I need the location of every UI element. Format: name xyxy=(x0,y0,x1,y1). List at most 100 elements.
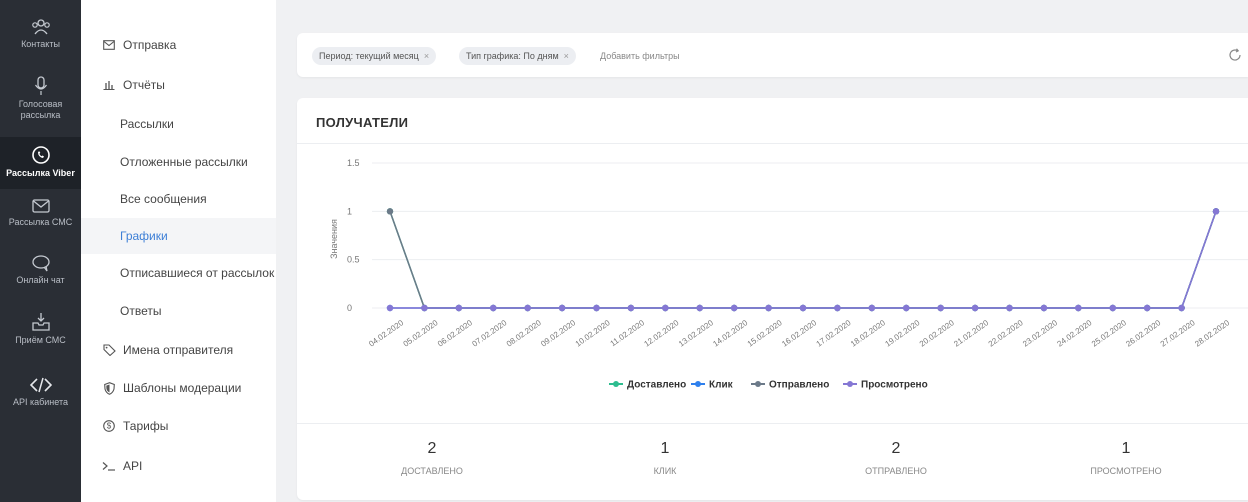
recipients-card: ПОЛУЧАТЕЛИ 0 0.5 1 1.5 Значения 04.02.2020 05.… xyxy=(297,98,1248,500)
x-tick-label: 19.02.2020 xyxy=(883,318,921,349)
stat-label: ДОСТАВЛЕНО xyxy=(401,466,463,476)
stat-value: 1 xyxy=(660,440,670,457)
main-rail: Контакты Голосовая рассылка Рассылка Vib… xyxy=(0,0,81,502)
data-point xyxy=(558,304,566,312)
rail-item-api[interactable]: API кабинета xyxy=(0,376,81,424)
data-point xyxy=(1109,304,1116,312)
stat-sent: 2 ОТПРАВЛЕНО xyxy=(796,440,996,476)
microphone-icon xyxy=(34,76,47,95)
rail-label: Приём СМС xyxy=(15,335,66,345)
y-tick-label: 1 xyxy=(347,206,352,216)
data-point xyxy=(524,304,531,312)
remove-icon[interactable]: × xyxy=(424,51,429,61)
refresh-icon[interactable] xyxy=(1228,48,1242,67)
stat-label: КЛИК xyxy=(653,466,677,476)
menu-item-moderation-templates[interactable]: Шаблоны модерации xyxy=(81,370,276,406)
viber-icon xyxy=(31,146,50,164)
x-tick-label: 23.02.2020 xyxy=(1021,318,1059,349)
menu-label: Рассылки xyxy=(120,117,174,131)
remove-icon[interactable]: × xyxy=(564,51,569,61)
menu-item-tariffs[interactable]: $ Тарифы xyxy=(81,408,276,444)
menu-item-mailings[interactable]: Рассылки xyxy=(81,106,276,142)
menu-item-scheduled[interactable]: Отложенные рассылки xyxy=(81,144,276,180)
stat-delivered: 2 ДОСТАВЛЕНО xyxy=(332,440,532,476)
menu-item-replies[interactable]: Ответы xyxy=(81,293,276,329)
inbox-icon xyxy=(31,313,50,331)
x-tick-label: 15.02.2020 xyxy=(746,318,784,349)
y-tick-label: 0.5 xyxy=(347,255,360,265)
data-point xyxy=(730,304,738,312)
x-tick-label: 11.02.2020 xyxy=(609,318,647,348)
x-tick-label: 05.02.2020 xyxy=(402,318,440,349)
legend-label: Клик xyxy=(709,380,734,391)
rail-item-sms[interactable]: Рассылка СМС xyxy=(0,198,81,242)
rail-item-receive[interactable]: Приём СМС xyxy=(0,312,81,358)
x-tick-label: 09.02.2020 xyxy=(539,318,577,349)
people-icon xyxy=(31,19,50,35)
menu-label: Отписавшиеся от рассылок xyxy=(120,266,275,280)
data-point xyxy=(1178,304,1185,312)
menu-item-send[interactable]: Отправка xyxy=(81,27,276,63)
menu-item-unsubscribed[interactable]: Отписавшиеся от рассылок xyxy=(81,255,276,291)
menu-label: Графики xyxy=(120,229,168,243)
data-point xyxy=(1212,208,1220,215)
data-point xyxy=(662,304,669,312)
rail-label: Рассылка Viber xyxy=(6,168,75,178)
data-point xyxy=(627,304,635,312)
legend-marker-dot xyxy=(613,381,619,387)
data-point xyxy=(971,304,979,312)
menu-item-sender-names[interactable]: Имена отправителя xyxy=(81,332,276,368)
menu-item-all-messages[interactable]: Все сообщения xyxy=(81,181,276,217)
x-tick-label: 18.02.2020 xyxy=(849,318,887,349)
x-tick-label: 22.02.2020 xyxy=(987,318,1025,349)
legend-marker-dot xyxy=(847,381,853,387)
stat-label: ОТПРАВЛЕНО xyxy=(865,466,927,476)
data-point xyxy=(1040,304,1048,312)
data-point xyxy=(593,304,600,312)
x-tick-label: 06.02.2020 xyxy=(436,318,474,349)
legend-label: Просмотрено xyxy=(861,380,928,391)
legend-label: Доставлено xyxy=(627,380,686,391)
filter-chip-chart-type[interactable]: Тип графика: По дням × xyxy=(459,47,576,65)
x-tick-label: 28.02.2020 xyxy=(1193,318,1231,349)
data-point xyxy=(799,304,807,312)
rail-item-chat[interactable]: Онлайн чат xyxy=(0,254,81,298)
rail-item-voice[interactable]: Голосовая рассылка xyxy=(0,76,81,132)
data-point xyxy=(386,304,394,312)
x-tick-label: 04.02.2020 xyxy=(367,318,405,349)
rail-label: Онлайн чат xyxy=(16,275,65,285)
rail-label: Контакты xyxy=(21,39,60,49)
legend-marker-dot xyxy=(755,381,761,387)
envelope-icon xyxy=(102,38,116,52)
data-point xyxy=(834,304,841,312)
x-tick-label: 25.02.2020 xyxy=(1090,318,1128,349)
y-tick-label: 1.5 xyxy=(347,158,360,168)
menu-label: Имена отправителя xyxy=(123,343,234,357)
dollar-icon: $ xyxy=(102,419,116,433)
rail-item-viber[interactable]: Рассылка Viber xyxy=(0,137,81,189)
x-tick-label: 27.02.2020 xyxy=(1159,318,1197,349)
data-point xyxy=(903,304,910,312)
legend-marker-dot xyxy=(695,381,701,387)
divider xyxy=(297,423,1248,424)
rail-label: API кабинета xyxy=(12,397,69,407)
x-tick-label: 08.02.2020 xyxy=(505,318,543,349)
menu-item-charts[interactable]: Графики xyxy=(81,218,276,254)
add-filters-link[interactable]: Добавить фильтры xyxy=(600,51,680,61)
shield-icon xyxy=(102,381,116,395)
menu-label: API xyxy=(123,459,143,473)
menu-item-api[interactable]: API xyxy=(81,448,276,484)
rail-label: Рассылка СМС xyxy=(8,217,73,227)
menu-label: Отчёты xyxy=(123,78,165,92)
menu-label: Отложенные рассылки xyxy=(120,155,248,169)
menu-label: Отправка xyxy=(123,38,177,52)
rail-item-contacts[interactable]: Контакты xyxy=(0,18,81,62)
filter-chip-period[interactable]: Период: текущий месяц × xyxy=(312,47,437,65)
x-tick-label: 16.02.2020 xyxy=(780,318,818,349)
filters-bar: Период: текущий месяц × Тип графика: По … xyxy=(297,33,1248,77)
stat-value: 2 xyxy=(891,440,901,457)
x-tick-label: 07.02.2020 xyxy=(470,318,508,349)
terminal-icon xyxy=(102,459,116,473)
stat-value: 2 xyxy=(427,440,437,457)
menu-item-reports[interactable]: Отчёты xyxy=(81,67,276,103)
